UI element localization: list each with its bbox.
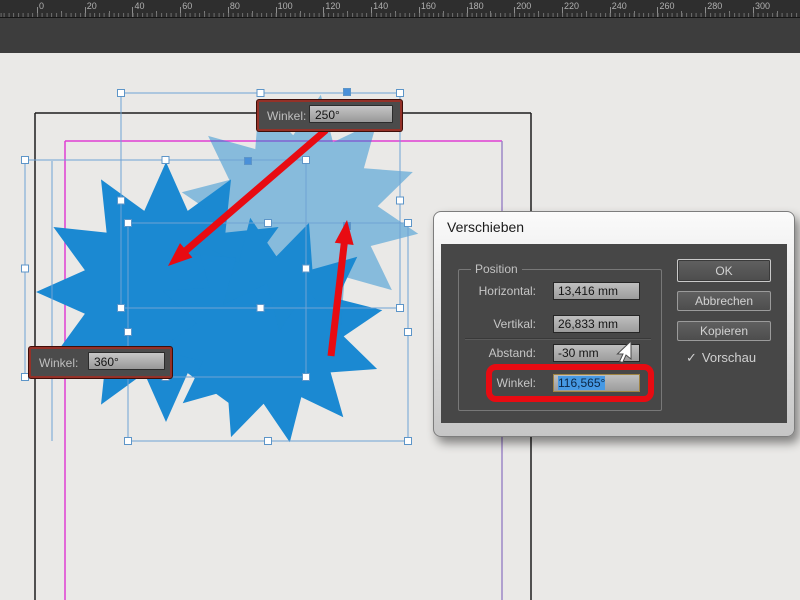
ruler-major-tick (467, 7, 468, 17)
selection-handle[interactable] (22, 157, 29, 164)
field-label: Vertikal: (441, 315, 536, 333)
selection-handle[interactable] (257, 305, 264, 312)
field-label: Abstand: (441, 344, 536, 362)
dialog-field-row: Vertikal: 26,833 mm (441, 315, 661, 333)
selection-handle[interactable] (125, 220, 132, 227)
field-label: Horizontal: (441, 282, 536, 300)
ruler-major-tick (228, 7, 229, 17)
selection-handle[interactable] (265, 438, 272, 445)
angle-tooltip-label: Winkel: (39, 356, 78, 370)
ruler-half-tick (109, 11, 110, 17)
selection-handle[interactable] (397, 305, 404, 312)
angle-tooltip-value: 250° (309, 105, 393, 123)
ruler-major-tick (562, 7, 563, 17)
selection-handle[interactable] (303, 374, 310, 381)
ruler-number: 40 (134, 1, 144, 11)
ruler-half-tick (729, 11, 730, 17)
ruler-half-tick (347, 11, 348, 17)
ruler-half-tick (61, 11, 62, 17)
dialog-field-row: Horizontal: 13,416 mm (441, 282, 661, 300)
ruler-number: 200 (516, 1, 531, 11)
ruler-major-tick (610, 7, 611, 17)
ruler-number: 260 (659, 1, 674, 11)
dialog-title: Verschieben (447, 219, 524, 235)
angle-tooltip-360: Winkel: 360° (29, 347, 172, 378)
ruler-number: 280 (707, 1, 722, 11)
selection-handle[interactable] (118, 197, 125, 204)
selection-handle[interactable] (405, 438, 412, 445)
selection-handle[interactable] (162, 157, 169, 164)
selection-handle[interactable] (303, 265, 310, 272)
ruler-major-tick (514, 7, 515, 17)
position-group-label: Position (471, 262, 522, 276)
ruler-number: 180 (469, 1, 484, 11)
angle-tooltip-value: 360° (88, 352, 165, 370)
selection-handle[interactable] (303, 157, 310, 164)
selection-handle[interactable] (397, 197, 404, 204)
ruler-number: 240 (612, 1, 627, 11)
selection-handle[interactable] (405, 220, 412, 227)
horizontal-ruler: 0 20 40 60 80 100 120 140 160 180 200 220 240 260 280 3… (0, 0, 800, 18)
mouse-cursor-icon (611, 340, 633, 366)
ruler-half-tick (586, 11, 587, 17)
ruler-major-tick (753, 7, 754, 17)
ruler-half-tick (204, 11, 205, 17)
move-dialog[interactable]: Verschieben Position Horizontal: 13,416 m… (433, 211, 795, 437)
selection-handle[interactable] (125, 329, 132, 336)
selection-handle[interactable] (405, 329, 412, 336)
toolbar-band (0, 18, 800, 55)
ruler-major-tick (37, 7, 38, 17)
ruler-half-tick (634, 11, 635, 17)
ruler-number: 140 (373, 1, 388, 11)
ok-button[interactable]: OK (677, 259, 771, 282)
ruler-half-tick (395, 11, 396, 17)
ruler-number: 0 (39, 1, 44, 11)
preview-checkbox-label: Vorschau (702, 350, 756, 365)
ruler-major-tick (371, 7, 372, 17)
ruler-major-tick (657, 7, 658, 17)
ruler-half-tick (490, 11, 491, 17)
ruler-number: 160 (421, 1, 436, 11)
kopieren-button[interactable]: Kopieren (677, 321, 771, 341)
ruler-number: 80 (230, 1, 240, 11)
ruler-number: 300 (755, 1, 770, 11)
ruler-major-tick (323, 7, 324, 17)
selection-handle[interactable] (257, 90, 264, 97)
selection-handle[interactable] (22, 265, 29, 272)
angle-tooltip-250: Winkel: 250° (257, 100, 402, 131)
selection-handle[interactable] (118, 305, 125, 312)
ruler-half-tick (777, 11, 778, 17)
checkmark-icon: ✓ (686, 350, 697, 365)
selection-handle[interactable] (397, 90, 404, 97)
ruler-half-tick (538, 11, 539, 17)
ruler-number: 100 (278, 1, 293, 11)
ruler-major-tick (132, 7, 133, 17)
preview-checkbox[interactable]: ✓ Vorschau (686, 350, 756, 366)
field-input[interactable]: 26,833 mm (553, 315, 640, 333)
selection-handle[interactable] (118, 90, 125, 97)
field-input[interactable]: 13,416 mm (553, 282, 640, 300)
ruler-major-tick (705, 7, 706, 17)
ruler-number: 120 (325, 1, 340, 11)
ruler-half-tick (443, 11, 444, 17)
ruler-major-tick (85, 7, 86, 17)
ruler-number: 220 (564, 1, 579, 11)
ruler-half-tick (300, 11, 301, 17)
selection-handle[interactable] (245, 158, 252, 165)
ruler-major-tick (276, 7, 277, 17)
abbrechen-button[interactable]: Abbrechen (677, 291, 771, 311)
ruler-half-tick (252, 11, 253, 17)
ruler-number: 20 (87, 1, 97, 11)
angle-tooltip-label: Winkel: (267, 109, 306, 123)
selection-handle[interactable] (344, 89, 351, 96)
highlight-annotation (486, 364, 654, 402)
ruler-half-tick (156, 11, 157, 17)
ruler-major-tick (419, 7, 420, 17)
selection-handle[interactable] (22, 374, 29, 381)
selection-handle[interactable] (125, 438, 132, 445)
ruler-number: 60 (182, 1, 192, 11)
ruler-half-tick (681, 11, 682, 17)
selection-handle[interactable] (265, 220, 272, 227)
ruler-major-tick (180, 7, 181, 17)
